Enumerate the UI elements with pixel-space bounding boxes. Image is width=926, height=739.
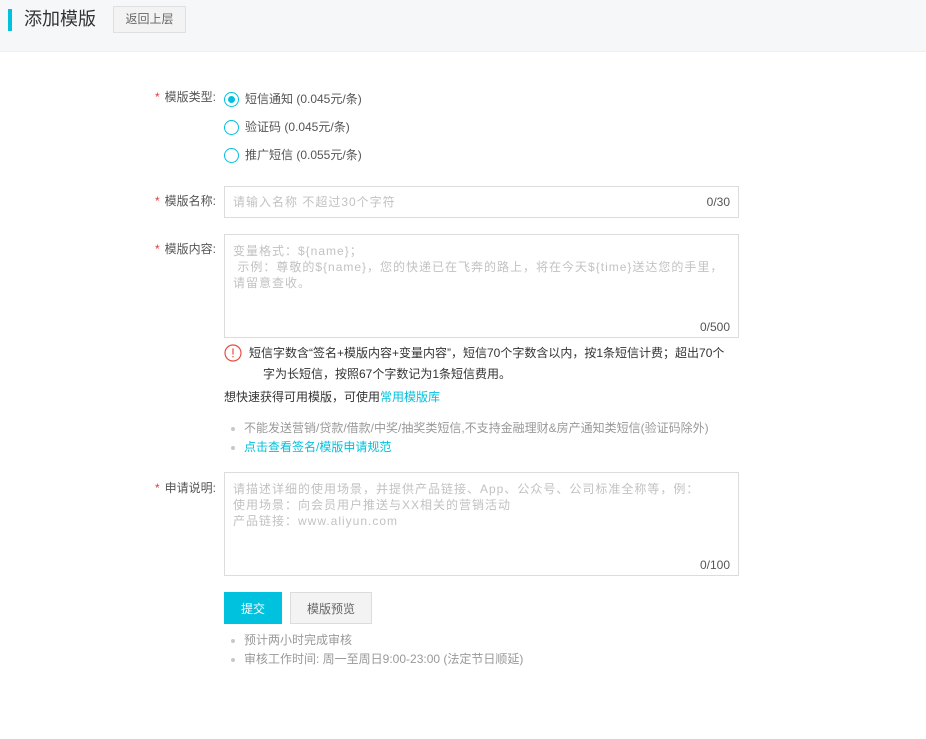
application-description-field: 0/100 — [224, 472, 739, 576]
template-name-label: * 模版名称: — [140, 192, 216, 210]
tip-item: 审核工作时间: 周一至周日9:00-23:00 (法定节日顺延) — [224, 650, 523, 669]
radio-button[interactable] — [224, 119, 239, 135]
radio-selected-dot — [228, 95, 235, 103]
tip-text: 审核工作时间: 周一至周日9:00-23:00 (法定节日顺延) — [244, 652, 524, 666]
template-name-input[interactable] — [224, 186, 739, 218]
rules-tips-list: 不能发送营销/贷款/借款/中奖/抽奖类短信,不支持金融理财&房产通知类短信(验证… — [224, 419, 709, 457]
radio-option-verification-code[interactable]: 验证码 (0.045元/条) — [224, 118, 524, 136]
tip-item: 预计两小时完成审核 — [224, 631, 523, 650]
required-mark: * — [154, 194, 160, 208]
common-template-library-link[interactable]: 常用模版库 — [380, 390, 440, 404]
required-mark: * — [154, 242, 160, 256]
tip-text: 预计两小时完成审核 — [244, 633, 353, 647]
tip-item: 不能发送营销/贷款/借款/中奖/抽奖类短信,不支持金融理财&房产通知类短信(验证… — [224, 419, 709, 438]
radio-option-label: 推广短信 (0.055元/条) — [245, 148, 362, 162]
page-title: 添加模版 — [24, 9, 96, 29]
template-content-label-text: 模版内容: — [164, 242, 216, 256]
quick-template-text: 想快速获得可用模版，可使用 — [224, 390, 381, 404]
application-description-label: * 申请说明: — [140, 479, 216, 497]
template-type-label: * 模版类型: — [140, 88, 216, 106]
bullet-dot — [231, 639, 235, 643]
submit-button[interactable]: 提交 — [224, 592, 282, 624]
tip-text: 不能发送营销/贷款/借款/中奖/抽奖类短信,不支持金融理财&房产通知类短信(验证… — [244, 421, 709, 435]
radio-button[interactable] — [224, 147, 239, 163]
preview-template-button[interactable]: 模版预览 — [290, 592, 372, 624]
required-mark: * — [154, 90, 160, 104]
bullet-dot — [231, 446, 235, 450]
exclamation-circle-icon — [224, 344, 242, 362]
tip-item: 点击查看签名/模版申请规范 — [224, 438, 709, 457]
radio-option-label: 验证码 (0.045元/条) — [245, 120, 350, 134]
template-content-char-counter: 0/500 — [699, 320, 730, 334]
template-content-label: * 模版内容: — [140, 240, 216, 258]
sms-length-note-line: 字为长短信，按照67个字数记为1条短信费用。 — [263, 367, 512, 381]
template-type-label-text: 模版类型: — [164, 90, 216, 104]
bullet-dot — [231, 658, 235, 662]
bullet-dot — [231, 427, 235, 431]
template-content-field: 0/500 — [224, 234, 739, 338]
radio-option-promotion-sms[interactable]: 推广短信 (0.055元/条) — [224, 146, 524, 164]
radio-option-label: 短信通知 (0.045元/条) — [245, 92, 362, 106]
quick-template-hint: 想快速获得可用模版，可使用常用模版库 — [224, 388, 440, 406]
page-header: 添加模版 返回上层 — [0, 0, 926, 52]
template-name-label-text: 模版名称: — [164, 194, 216, 208]
radio-option-sms-notice[interactable]: 短信通知 (0.045元/条) — [224, 90, 524, 108]
template-content-textarea[interactable] — [224, 234, 739, 338]
template-name-char-counter: 0/30 — [706, 195, 730, 209]
template-type-radio-group: 短信通知 (0.045元/条) 验证码 (0.045元/条) 推广短信 (0.0… — [224, 90, 524, 174]
review-tips-list: 预计两小时完成审核 审核工作时间: 周一至周日9:00-23:00 (法定节日顺… — [224, 631, 523, 669]
radio-button[interactable] — [224, 91, 239, 107]
application-description-label-text: 申请说明: — [164, 481, 216, 495]
required-mark: * — [154, 481, 160, 495]
title-accent-bar — [8, 9, 12, 31]
sms-length-note-line: 短信字数含“签名+模版内容+变量内容”，短信70个字数含以内，按1条短信计费；超… — [249, 346, 725, 360]
back-button[interactable]: 返回上层 — [113, 6, 186, 33]
template-name-field: 0/30 — [224, 186, 739, 218]
signature-template-rules-link[interactable]: 点击查看签名/模版申请规范 — [244, 440, 391, 454]
application-description-char-counter: 0/100 — [699, 558, 730, 572]
application-description-textarea[interactable] — [224, 472, 739, 576]
